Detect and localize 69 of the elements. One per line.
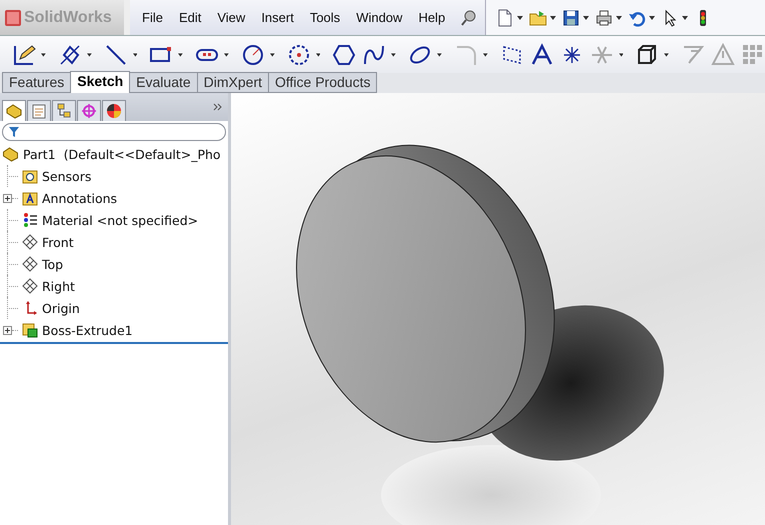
tree-root-item[interactable]: Part1 (Default<<Default>_Pho — [23, 146, 221, 162]
command-tab[interactable]: Sketch — [70, 71, 130, 93]
sketch-pencil-icon[interactable] — [12, 42, 36, 66]
line-icon[interactable] — [104, 42, 128, 66]
caret-icon[interactable] — [132, 52, 138, 56]
tree-item[interactable]: Sensors — [42, 168, 92, 184]
printer-icon[interactable] — [595, 8, 614, 26]
feature-icon — [22, 322, 38, 338]
menu-item[interactable]: Help — [418, 10, 446, 25]
text-a-icon[interactable] — [530, 42, 554, 66]
caret-icon[interactable] — [583, 16, 590, 20]
caret-icon[interactable] — [517, 16, 524, 20]
menu-item[interactable]: Insert — [261, 10, 294, 25]
filter-field[interactable] — [2, 123, 226, 141]
command-tab[interactable]: Evaluate — [129, 72, 198, 93]
tree-item[interactable]: Top — [42, 256, 64, 272]
document-icon[interactable] — [496, 8, 514, 26]
panel-tab[interactable] — [2, 100, 26, 121]
color-wheel-icon — [106, 103, 122, 119]
app-logo: SolidWorks — [24, 8, 112, 26]
caret-icon[interactable] — [649, 16, 656, 20]
menu-item[interactable]: Tools — [310, 10, 340, 25]
filter-funnel-icon — [9, 127, 19, 137]
caret-icon[interactable] — [316, 52, 320, 56]
double-chevron-icon[interactable] — [213, 103, 222, 111]
command-tab[interactable]: DimXpert — [196, 72, 270, 93]
smart-dimension-icon[interactable] — [58, 42, 82, 66]
sensors-icon — [22, 168, 38, 184]
tree-item[interactable]: Right — [42, 278, 75, 294]
panel-tab[interactable] — [27, 100, 51, 121]
caret-icon[interactable] — [618, 52, 624, 56]
tree-item[interactable]: Front — [42, 234, 74, 250]
plane-icon — [22, 256, 38, 272]
caret-icon[interactable] — [86, 52, 92, 56]
expand-plus-icon[interactable] — [3, 326, 12, 334]
circle-icon[interactable] — [240, 42, 265, 66]
menu-item[interactable]: View — [217, 10, 246, 25]
caret-icon[interactable] — [41, 52, 46, 56]
tree-item[interactable]: Material <not specified> — [42, 212, 198, 228]
caret-icon[interactable] — [224, 52, 229, 56]
panel-tab[interactable] — [102, 100, 126, 121]
caret-icon[interactable] — [178, 52, 183, 56]
caret-icon[interactable] — [437, 52, 442, 56]
menu-item[interactable]: Window — [356, 10, 402, 25]
command-tab[interactable]: Office Products — [268, 72, 378, 93]
clipboard-icon — [31, 103, 47, 119]
tree-item[interactable]: Boss-Extrude1 — [42, 322, 133, 338]
caret-icon[interactable] — [391, 52, 396, 56]
tree-item[interactable]: Annotations — [42, 190, 118, 206]
caret-icon[interactable] — [270, 52, 274, 56]
expand-plus-icon[interactable] — [3, 194, 12, 202]
caret-icon[interactable] — [550, 16, 556, 20]
caret-icon[interactable] — [664, 52, 669, 56]
caret-icon[interactable] — [616, 16, 622, 20]
caret-icon[interactable] — [482, 52, 488, 56]
annotations-icon — [22, 190, 38, 206]
hexagon-icon[interactable] — [332, 42, 356, 66]
tree-item[interactable]: Origin — [42, 300, 80, 316]
crosshair-icon — [81, 103, 97, 119]
caret-icon[interactable] — [682, 16, 688, 20]
part-icon — [2, 146, 19, 162]
menu-item[interactable]: Edit — [178, 10, 202, 25]
hierarchy-icon — [56, 103, 72, 119]
plane-icon — [22, 234, 38, 250]
logo-icon — [4, 8, 22, 26]
plane-icon — [22, 278, 38, 294]
command-tab[interactable]: Features — [2, 72, 72, 93]
material-icon — [22, 212, 38, 228]
menu-item[interactable]: File — [142, 10, 163, 25]
